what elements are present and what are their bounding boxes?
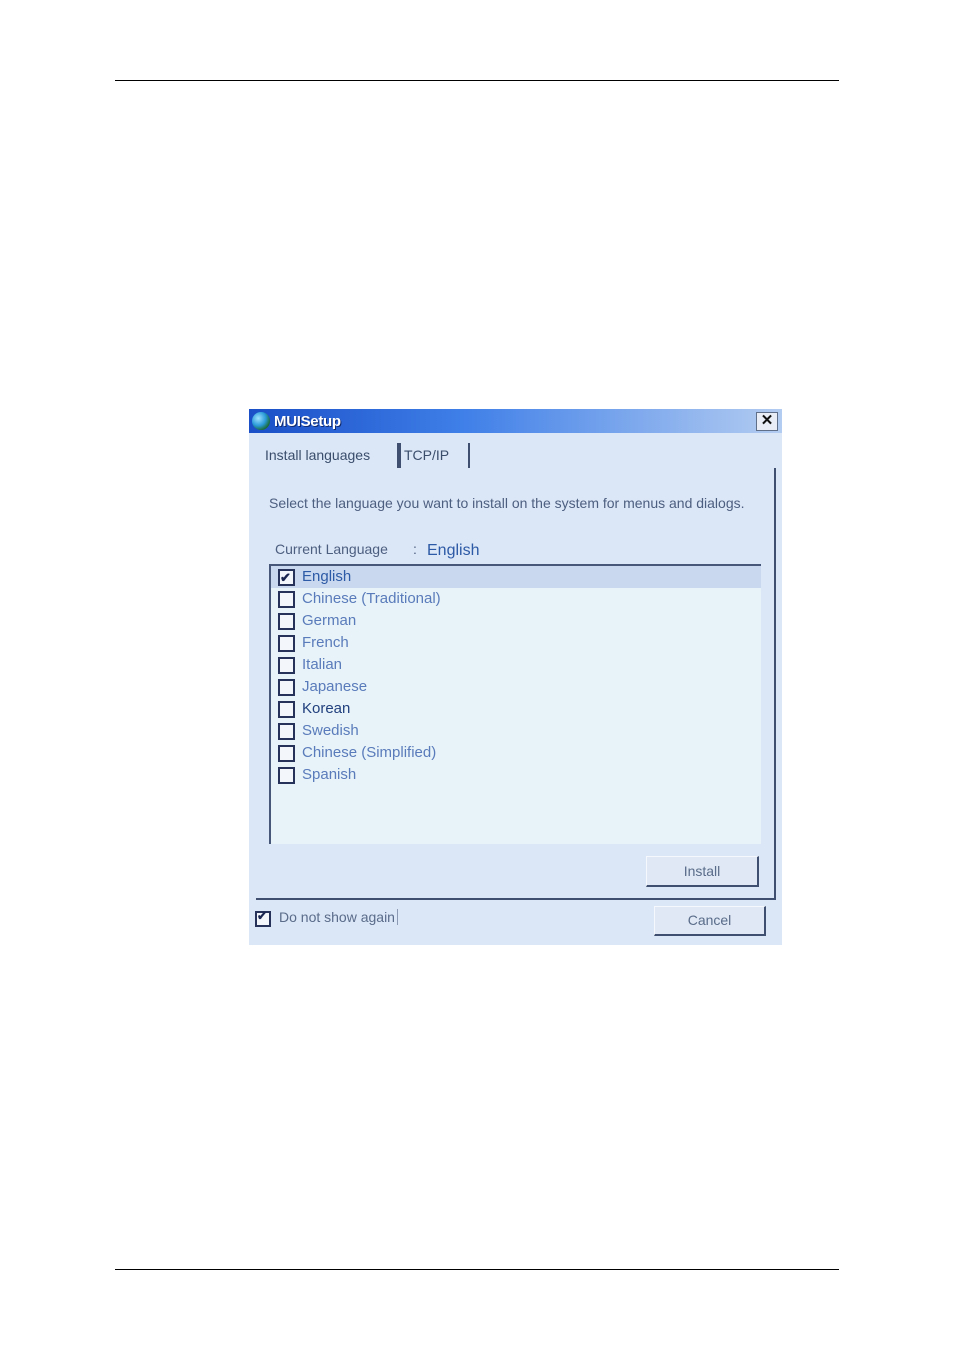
language-label: Korean xyxy=(302,700,351,717)
muisetup-dialog: MUISetup ✕ Install languages TCP/IP Sele… xyxy=(249,409,782,945)
list-item-german[interactable]: German xyxy=(271,610,761,632)
check-mark-icon: ✔ xyxy=(257,909,268,923)
checkbox-korean[interactable] xyxy=(278,701,295,718)
checkbox-swedish[interactable] xyxy=(278,723,295,740)
checkbox-italian[interactable] xyxy=(278,657,295,674)
current-language-value: English xyxy=(427,542,480,559)
list-item-french[interactable]: French xyxy=(271,632,761,654)
checkbox-japanese[interactable] xyxy=(278,679,295,696)
tab-install-languages[interactable]: Install languages xyxy=(259,443,401,468)
install-button[interactable]: Install xyxy=(646,856,759,887)
list-item-spanish[interactable]: Spanish xyxy=(271,764,761,786)
checkbox-french[interactable] xyxy=(278,635,295,652)
language-label: Italian xyxy=(302,656,343,673)
checkbox-german[interactable] xyxy=(278,613,295,630)
check-mark-icon: ✔ xyxy=(280,570,291,585)
cancel-button[interactable]: Cancel xyxy=(654,906,766,936)
language-label: English xyxy=(302,568,352,585)
window-title: MUISetup xyxy=(274,413,341,430)
checkbox-english[interactable]: ✔ xyxy=(278,569,295,586)
checkbox-spanish[interactable] xyxy=(278,767,295,784)
language-list[interactable]: ✔ English Chinese (Traditional) German F… xyxy=(269,564,761,844)
header-rule xyxy=(115,80,839,81)
current-language-label: Current Language xyxy=(275,541,388,557)
language-label: Japanese xyxy=(302,678,368,695)
checkbox-chinese-simplified[interactable] xyxy=(278,745,295,762)
list-item-italian[interactable]: Italian xyxy=(271,654,761,676)
language-label: Chinese (Simplified) xyxy=(302,744,437,761)
list-item-chinese-traditional[interactable]: Chinese (Traditional) xyxy=(271,588,761,610)
checkbox-chinese-traditional[interactable] xyxy=(278,591,295,608)
install-languages-panel: Select the language you want to install … xyxy=(256,468,776,900)
do-not-show-checkbox[interactable]: ✔ xyxy=(255,909,271,927)
list-item-chinese-simplified[interactable]: Chinese (Simplified) xyxy=(271,742,761,764)
language-label: Swedish xyxy=(302,722,359,739)
current-language-separator: : xyxy=(413,541,417,557)
language-label: French xyxy=(302,634,349,651)
title-bar[interactable]: MUISetup ✕ xyxy=(249,409,782,433)
globe-icon xyxy=(252,412,270,430)
list-item-english[interactable]: ✔ English xyxy=(271,566,761,588)
footer-rule xyxy=(115,1269,839,1270)
list-item-korean[interactable]: Korean xyxy=(271,698,761,720)
list-item-swedish[interactable]: Swedish xyxy=(271,720,761,742)
language-label: German xyxy=(302,612,357,629)
do-not-show-label[interactable]: Do not show again xyxy=(279,909,398,925)
instruction-text: Select the language you want to install … xyxy=(269,495,745,511)
close-button[interactable]: ✕ xyxy=(756,412,778,431)
tab-tcp-ip[interactable]: TCP/IP xyxy=(397,443,470,468)
list-item-japanese[interactable]: Japanese xyxy=(271,676,761,698)
language-label: Chinese (Traditional) xyxy=(302,590,441,607)
language-label: Spanish xyxy=(302,766,357,783)
